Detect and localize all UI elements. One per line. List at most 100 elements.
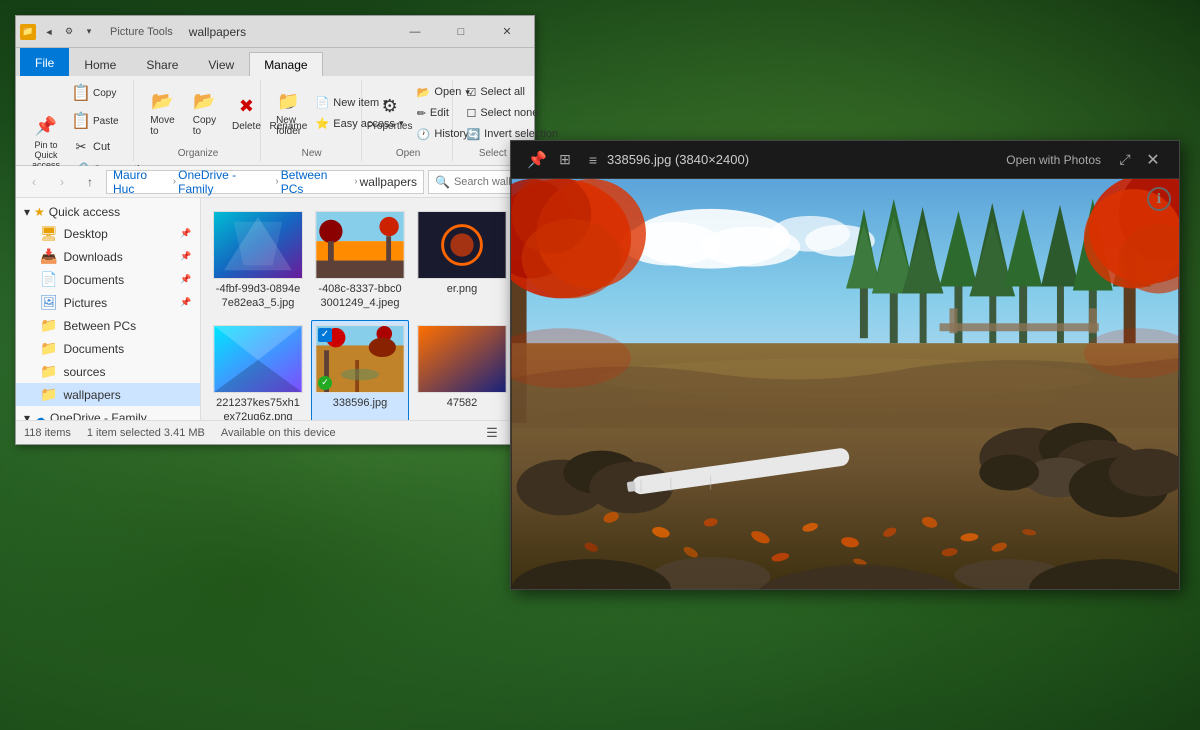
sidebar-item-sources[interactable]: 📁 sources [16,360,200,383]
tab-file[interactable]: File [20,48,69,76]
viewer-image [511,179,1179,589]
edit-label: Edit [430,107,449,119]
onedrive-label: OneDrive - Family [50,411,147,420]
sidebar-item-documents[interactable]: 📄 Documents 📌 [16,268,200,291]
downloads-folder-icon: 📥 [40,248,57,265]
breadcrumb-sep3: › [354,176,357,187]
ribbon-group-organize: 📂 Moveto 📂 Copyto ✖ Delete ✏ Rename Orga… [136,80,260,161]
viewer-pin-btn[interactable]: 📌 [523,146,551,174]
nav-forward-btn[interactable]: › [50,170,74,194]
status-bar: 118 items 1 item selected 3.41 MB Availa… [16,420,534,444]
tab-share[interactable]: Share [131,52,193,76]
qa-properties-btn[interactable]: ⚙ [60,23,78,41]
item-count: 118 items [24,427,71,439]
content-area: ▾ ★ Quick access 🖥 Desktop 📌 📥 Downloads… [16,198,534,420]
details-view-btn[interactable]: ☰ [482,424,502,442]
breadcrumb[interactable]: Mauro Huc › OneDrive - Family › Between … [106,170,424,194]
betweenpcs-label: Between PCs [63,319,136,333]
sidebar: ▾ ★ Quick access 🖥 Desktop 📌 📥 Downloads… [16,198,201,420]
properties-label: Properties [367,121,413,132]
delete-label: Delete [232,121,261,132]
open-icon: 📂 [417,86,431,99]
move-to-label: Moveto [150,115,174,137]
file-name: -4fbf-99d3-0894e7e82ea3_5.jpg [214,282,302,311]
close-button[interactable]: ✕ [484,16,530,48]
window-controls: — □ ✕ [392,16,530,48]
invert-icon: 🔄 [466,128,480,141]
sidebar-onedrive-header[interactable]: ▾ ☁ OneDrive - Family [16,408,200,420]
select-content: ☑ Select all ☐ Select none 🔄 Invert sele… [461,80,524,146]
sidebar-item-wallpapers[interactable]: 📁 wallpapers [16,383,200,406]
maximize-button[interactable]: □ [438,16,484,48]
viewer-open-label: Open with Photos [1006,153,1101,167]
scroll-container: -4fbf-99d3-0894e7e82ea3_5.jpg [201,198,534,420]
select-all-icon: ☑ [466,86,476,99]
viewer-zoom-btn[interactable]: ⊞ [551,146,579,174]
viewer-open-with-btn[interactable]: Open with Photos [996,149,1111,171]
desktop-label: Desktop [64,227,108,241]
viewer-image-area: ℹ [511,179,1179,589]
sidebar-item-pictures[interactable]: 🖼 Pictures 📌 [16,291,200,314]
downloads-label: Downloads [63,250,122,264]
qa-back-btn[interactable]: ◄ [40,23,58,41]
folder-title-icon: 📁 [20,24,36,40]
minimize-button[interactable]: — [392,16,438,48]
file-thumbnail [417,211,507,279]
file-item[interactable]: -408c-8337-bbc03001249_4.jpeg [311,206,409,316]
viewer-info-toggle-btn[interactable]: ≡ [579,146,607,174]
new-folder-icon: 📁 [277,89,301,113]
nav-back-btn[interactable]: ‹ [22,170,46,194]
breadcrumb-onedrive: OneDrive - Family [178,168,273,196]
onedrive-section: ▾ ☁ OneDrive - Family [16,408,200,420]
file-item[interactable]: -4fbf-99d3-0894e7e82ea3_5.jpg [209,206,307,316]
explorer-window: 📁 ◄ ⚙ ▾ Picture Tools wallpapers — □ ✕ F… [15,15,535,445]
pictures-folder-icon: 🖼 [40,294,58,311]
file-item-selected[interactable]: ✓ ✓ [311,320,409,420]
paste-icon: 📋 [72,112,90,130]
open-content: ⚙ Properties 📂 Open ▾ ✏ Edit 🕐 [370,80,447,146]
nav-up-btn[interactable]: ↑ [78,170,102,194]
desktop-pin-icon: 📌 [180,228,192,240]
edit-icon: ✏ [417,107,426,120]
quick-access-section: ▾ ★ Quick access 🖥 Desktop 📌 📥 Downloads… [16,202,200,406]
sidebar-item-desktop[interactable]: 🖥 Desktop 📌 [16,222,200,245]
sidebar-item-downloads[interactable]: 📥 Downloads 📌 [16,245,200,268]
star-icon: ★ [34,205,45,219]
tab-view[interactable]: View [193,52,249,76]
window-title: wallpapers [189,25,246,39]
expand-icon2: ▾ [24,411,30,420]
file-grid: -4fbf-99d3-0894e7e82ea3_5.jpg [201,198,534,420]
documents2-label: Documents [63,342,124,356]
sidebar-item-betweenpcs[interactable]: 📁 Between PCs [16,314,200,337]
sidebar-quick-access-header[interactable]: ▾ ★ Quick access [16,202,200,222]
ribbon-tabs: File Home Share View Manage [16,48,534,76]
delete-btn[interactable]: ✖ Delete [226,90,266,137]
ribbon-group-new: 📁 Newfolder 📄 New item ▾ ⭐ Easy access ▾ [263,80,362,161]
file-item[interactable]: 47582 [413,320,511,420]
file-name: 221237kes75xh1ex72uq6z.png [214,396,302,420]
viewer-close-btn[interactable]: ✕ [1139,146,1167,174]
select-none-icon: ☐ [466,107,476,120]
sources-folder-icon: 📁 [40,363,57,380]
select-none-btn[interactable]: ☐ Select none [461,104,563,123]
title-bar-left: 📁 ◄ ⚙ ▾ Picture Tools wallpapers [20,23,392,41]
copy-to-btn[interactable]: 📂 Copyto [184,84,224,142]
new-label: New [269,146,355,161]
file-item[interactable]: 221237kes75xh1ex72uq6z.png [209,320,307,420]
viewer-info-btn[interactable]: ℹ [1147,187,1171,211]
properties-btn[interactable]: ⚙ Properties [370,90,410,137]
select-all-btn[interactable]: ☑ Select all [461,83,563,102]
viewer-expand-btn[interactable]: ⤢ [1111,146,1139,174]
tab-home[interactable]: Home [69,52,131,76]
tab-manage[interactable]: Manage [249,52,322,76]
sidebar-item-documents2[interactable]: 📁 Documents [16,337,200,360]
file-item[interactable]: er.png [413,206,511,316]
move-to-icon: 📂 [150,89,174,113]
new-folder-btn[interactable]: 📁 Newfolder [269,84,309,142]
qa-dropdown-btn[interactable]: ▾ [80,23,98,41]
cut-icon: ✂ [73,139,89,155]
move-to-btn[interactable]: 📂 Moveto [142,84,182,142]
documents-pin-icon: 📌 [180,274,192,286]
desktop-folder-icon: 🖥 [40,225,58,242]
copy-icon: 📋 [72,84,90,102]
